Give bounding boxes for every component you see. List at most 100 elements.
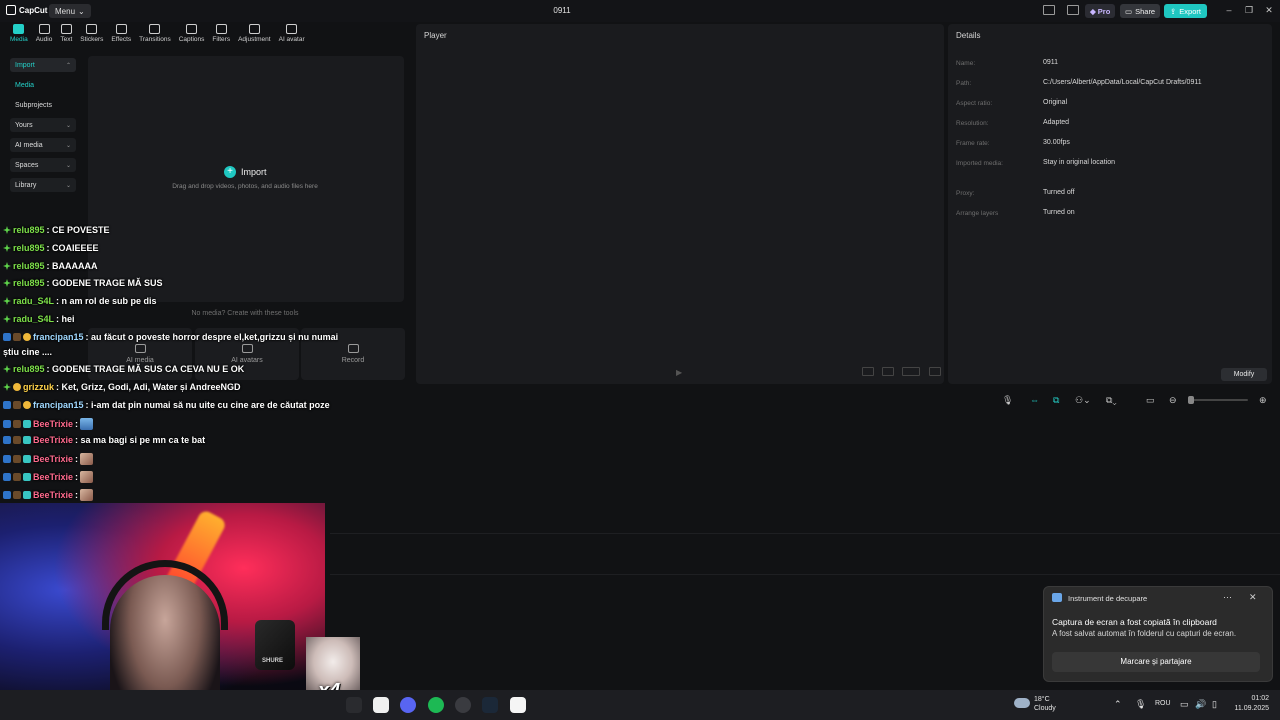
- chat-text: : COAIEEEE: [46, 243, 99, 253]
- export-button[interactable]: ⇪ Export: [1164, 4, 1207, 18]
- import-button[interactable]: + Import: [224, 166, 267, 178]
- export-label: Export: [1179, 6, 1201, 16]
- tab-text[interactable]: Text: [56, 24, 76, 48]
- microphone-icon[interactable]: 🎙: [1002, 395, 1013, 406]
- sidebar-item-media[interactable]: Media: [10, 78, 76, 92]
- pro-button[interactable]: ◆ Pro: [1085, 4, 1116, 18]
- chat-text: știu cine ....: [3, 347, 53, 357]
- export-icon: ⇪: [1170, 6, 1177, 16]
- clock-date[interactable]: 11.09.2025: [1231, 705, 1269, 712]
- vip-badge-icon: [23, 401, 31, 409]
- preview-axis-icon[interactable]: ⚇⌄: [1075, 395, 1091, 406]
- import-label: Import: [241, 167, 267, 177]
- clock-time[interactable]: 01:02: [1249, 695, 1269, 702]
- steam-icon[interactable]: [482, 697, 498, 713]
- sidebar-label: Subprojects: [15, 101, 52, 109]
- zoom-slider[interactable]: [1188, 399, 1248, 401]
- detail-value: C:/Users/Albert/AppData/Local/CapCut Dra…: [1043, 79, 1202, 86]
- tab-stickers[interactable]: Stickers: [76, 24, 107, 48]
- zoom-out-icon[interactable]: ⊖: [1169, 395, 1177, 406]
- tab-captions[interactable]: Captions: [175, 24, 209, 48]
- mod-badge-icon: [3, 455, 11, 463]
- battery-icon[interactable]: ▯: [1212, 699, 1217, 710]
- drop-hint: Drag and drop videos, photos, and audio …: [172, 183, 318, 190]
- keyboard-icon[interactable]: [1067, 5, 1079, 15]
- chat-message: radu_S4L: n am rol de sub pe dis: [3, 296, 157, 306]
- face-emote-icon: [80, 453, 94, 465]
- detail-label: Path:: [956, 80, 972, 87]
- sidebar-item-subprojects[interactable]: Subprojects: [10, 98, 76, 112]
- tab-filters[interactable]: Filters: [208, 24, 234, 48]
- tab-ai-avatar[interactable]: AI avatar: [275, 24, 309, 48]
- tab-effects[interactable]: Effects: [107, 24, 135, 48]
- mic-brand: SHURE: [262, 658, 284, 664]
- chat-message: relu895: BAAAAAA: [3, 261, 98, 271]
- player-title: Player: [424, 31, 447, 40]
- tab-adjustment[interactable]: Adjustment: [234, 24, 275, 48]
- taskbar: [0, 690, 1280, 720]
- zoom-in-icon[interactable]: ⊕: [1259, 395, 1267, 406]
- modify-button[interactable]: Modify: [1221, 368, 1267, 381]
- app-icon[interactable]: [455, 697, 471, 713]
- crop-icon[interactable]: [882, 367, 894, 376]
- aspect-icon[interactable]: [902, 367, 920, 376]
- tab-transitions[interactable]: Transitions: [135, 24, 175, 48]
- capcut-taskbar-icon[interactable]: [510, 697, 526, 713]
- sidebar-item-spaces[interactable]: Spaces ⌄: [10, 158, 76, 172]
- chat-text: :: [75, 490, 79, 500]
- vip-badge-icon: [23, 333, 31, 341]
- ratio-icon[interactable]: [862, 367, 874, 376]
- sidebar-item-ai-media[interactable]: AI media ⌄: [10, 138, 76, 152]
- magnet-icon[interactable]: ⧉: [1053, 395, 1059, 406]
- fullscreen-icon[interactable]: [929, 367, 941, 376]
- mod-badge-icon: [3, 436, 11, 444]
- timeline-track[interactable]: [330, 533, 1280, 575]
- file-explorer-icon[interactable]: [373, 697, 389, 713]
- media-drop-zone[interactable]: [88, 56, 404, 302]
- detail-value: 0911: [1043, 59, 1059, 66]
- play-icon[interactable]: ▶: [676, 368, 682, 377]
- link-icon[interactable]: ⇔: [1030, 395, 1039, 405]
- chat-user: BeeTrixie: [33, 490, 74, 500]
- tool-tabs: Media Audio Text Stickers Effects Transi…: [6, 24, 309, 48]
- layout-icon[interactable]: [1043, 5, 1055, 15]
- detail-label: Aspect ratio:: [956, 100, 993, 107]
- language-indicator[interactable]: ROU: [1155, 700, 1171, 707]
- more-options-icon[interactable]: ⋯: [1223, 592, 1232, 603]
- tab-audio[interactable]: Audio: [32, 24, 57, 48]
- chat-text: : n am rol de sub pe dis: [56, 296, 157, 306]
- minimize-icon[interactable]: –: [1223, 5, 1235, 15]
- face-emote-icon: [80, 489, 94, 501]
- spotify-icon[interactable]: [428, 697, 444, 713]
- share-button[interactable]: ▭ Share: [1120, 4, 1161, 18]
- menu-button[interactable]: Menu ⌄: [49, 4, 91, 18]
- restore-icon[interactable]: ❐: [1243, 5, 1255, 16]
- chat-text: : GODENE TRAGE MĂ SUS: [46, 278, 163, 288]
- zoom-slider-handle[interactable]: [1188, 396, 1194, 404]
- sidebar-item-library[interactable]: Library ⌄: [10, 178, 76, 192]
- sidebar-item-import[interactable]: Import ⌃: [10, 58, 76, 72]
- twitch-badge-icon: [23, 455, 31, 463]
- project-title: 0911: [553, 6, 571, 15]
- sidebar-item-yours[interactable]: Yours ⌄: [10, 118, 76, 132]
- task-view-icon[interactable]: [346, 697, 362, 713]
- fit-icon[interactable]: ▭: [1146, 395, 1155, 406]
- markup-share-button[interactable]: Marcare și partajare: [1052, 652, 1260, 672]
- chat-message: francipan15: i-am dat pin numai să nu ui…: [3, 400, 330, 410]
- chevron-up-icon[interactable]: ⌃: [1114, 699, 1122, 710]
- chat-user: BeeTrixie: [33, 419, 74, 429]
- discord-icon[interactable]: [400, 697, 416, 713]
- star-badge-icon: [3, 279, 11, 287]
- microphone-icon[interactable]: 🎙: [1135, 699, 1146, 710]
- close-icon[interactable]: ✕: [1263, 5, 1275, 16]
- detail-label: Imported media:: [956, 160, 1003, 167]
- sidebar-label: AI media: [15, 141, 43, 149]
- snipping-tool-icon: [1052, 593, 1062, 602]
- split-icon[interactable]: ⧉⌄: [1106, 395, 1117, 406]
- captions-icon: [186, 24, 198, 34]
- close-icon[interactable]: ✕: [1249, 592, 1257, 603]
- tab-media[interactable]: Media: [6, 24, 32, 48]
- detail-value: Adapted: [1043, 119, 1070, 126]
- network-icon[interactable]: ▭: [1180, 699, 1189, 710]
- volume-icon[interactable]: 🔊: [1195, 699, 1206, 710]
